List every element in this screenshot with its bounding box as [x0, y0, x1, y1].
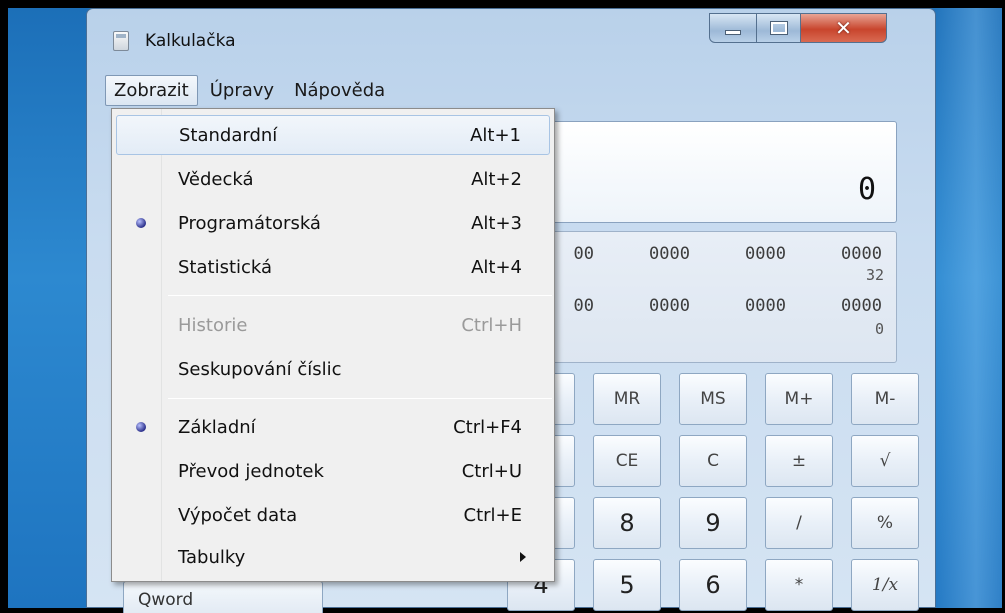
memory-recall-button[interactable]: MR — [593, 373, 661, 425]
menu-view[interactable]: Zobrazit — [105, 74, 198, 106]
menu-item-shortcut: Ctrl+U — [461, 460, 522, 482]
window-title: Kalkulačka — [145, 31, 236, 51]
bit-index-upper: 32 — [865, 266, 884, 284]
close-button[interactable]: ✕ — [801, 13, 887, 43]
menu-item-shortcut: Alt+4 — [471, 256, 522, 278]
menu-item-label: Vědecká — [178, 168, 254, 190]
menu-help[interactable]: Nápověda — [286, 76, 393, 105]
menu-item-statistics[interactable]: Statistická Alt+4 — [116, 247, 550, 287]
minimize-icon — [725, 29, 741, 35]
memory-subtract-button[interactable]: M- — [851, 373, 919, 425]
menu-item-label: Základní — [178, 416, 256, 438]
menu-separator — [168, 398, 552, 399]
menu-item-label: Historie — [178, 314, 248, 336]
calculator-app-icon[interactable] — [113, 31, 129, 51]
menu-item-unit-conversion[interactable]: Převod jednotek Ctrl+U — [116, 451, 550, 491]
menu-item-shortcut: Ctrl+E — [463, 504, 522, 526]
radio-bullet-icon — [136, 218, 146, 228]
menu-separator — [168, 295, 552, 296]
caption-buttons: ✕ — [709, 13, 887, 45]
digit-5-button[interactable]: 5 — [593, 559, 661, 611]
menu-item-shortcut: Alt+1 — [470, 124, 521, 146]
menu-item-standard[interactable]: Standardní Alt+1 — [116, 115, 550, 155]
bit-group[interactable]: 0000 — [690, 244, 786, 264]
menu-item-worksheets[interactable]: Tabulky — [116, 537, 550, 577]
bit-row-lower: 00 0000 0000 0000 — [554, 296, 882, 316]
menu-item-label: Výpočet data — [178, 504, 298, 526]
menu-item-basic[interactable]: Základní Ctrl+F4 — [116, 407, 550, 447]
view-menu-dropdown: Standardní Alt+1 Vědecká Alt+2 Programát… — [111, 108, 555, 582]
clear-button[interactable]: C — [679, 435, 747, 487]
memory-add-button[interactable]: M+ — [765, 373, 833, 425]
square-root-button[interactable]: √ — [851, 435, 919, 487]
menu-item-label: Převod jednotek — [178, 460, 324, 482]
menu-item-label: Programátorská — [178, 212, 321, 234]
bit-group[interactable]: 0000 — [786, 296, 882, 316]
menu-item-shortcut: Ctrl+H — [461, 314, 522, 336]
menu-item-digit-grouping[interactable]: Seskupování číslic — [116, 349, 550, 389]
display-value: 0 — [857, 172, 876, 207]
menu-item-programmer[interactable]: Programátorská Alt+3 — [116, 203, 550, 243]
menu-item-label: Seskupování číslic — [178, 358, 342, 380]
menu-item-date-calculation[interactable]: Výpočet data Ctrl+E — [116, 495, 550, 535]
close-icon: ✕ — [835, 16, 852, 40]
bit-group[interactable]: 0000 — [786, 244, 882, 264]
radio-bullet-icon — [136, 422, 146, 432]
menu-item-shortcut: Ctrl+F4 — [453, 416, 522, 438]
bit-group[interactable]: 0000 — [690, 296, 786, 316]
bit-row-upper: 00 0000 0000 0000 — [554, 244, 882, 264]
reciprocal-button[interactable]: 1/x — [851, 559, 919, 611]
clear-entry-button[interactable]: CE — [593, 435, 661, 487]
bit-group[interactable]: 0000 — [594, 244, 690, 264]
digit-6-button[interactable]: 6 — [679, 559, 747, 611]
title-bar[interactable]: Kalkulačka ✕ — [87, 9, 935, 59]
menu-item-label: Tabulky — [178, 546, 246, 568]
qword-radio[interactable]: Qword — [123, 581, 323, 613]
maximize-button[interactable] — [757, 13, 801, 43]
memory-store-button[interactable]: MS — [679, 373, 747, 425]
minimize-button[interactable] — [709, 13, 757, 43]
menu-item-scientific[interactable]: Vědecká Alt+2 — [116, 159, 550, 199]
menu-item-label: Standardní — [179, 124, 278, 146]
menu-bar: Zobrazit Úpravy Nápověda — [105, 73, 397, 107]
bit-group[interactable]: 0000 — [594, 296, 690, 316]
digit-9-button[interactable]: 9 — [679, 497, 747, 549]
percent-button[interactable]: % — [851, 497, 919, 549]
digit-8-button[interactable]: 8 — [593, 497, 661, 549]
menu-item-label: Statistická — [178, 256, 273, 278]
qword-radio-label: Qword — [138, 590, 194, 610]
divide-button[interactable]: / — [765, 497, 833, 549]
menu-item-shortcut: Alt+2 — [471, 168, 522, 190]
bit-group[interactable]: 00 — [554, 296, 594, 316]
negate-button[interactable]: ± — [765, 435, 833, 487]
submenu-arrow-icon — [520, 552, 526, 562]
menu-item-shortcut: Alt+3 — [471, 212, 522, 234]
menu-item-history[interactable]: Historie Ctrl+H — [116, 305, 550, 345]
bit-group[interactable]: 00 — [554, 244, 594, 264]
multiply-button[interactable]: * — [765, 559, 833, 611]
bit-index-lower: 0 — [874, 320, 884, 338]
maximize-icon — [769, 21, 788, 35]
menu-edit[interactable]: Úpravy — [202, 76, 282, 105]
